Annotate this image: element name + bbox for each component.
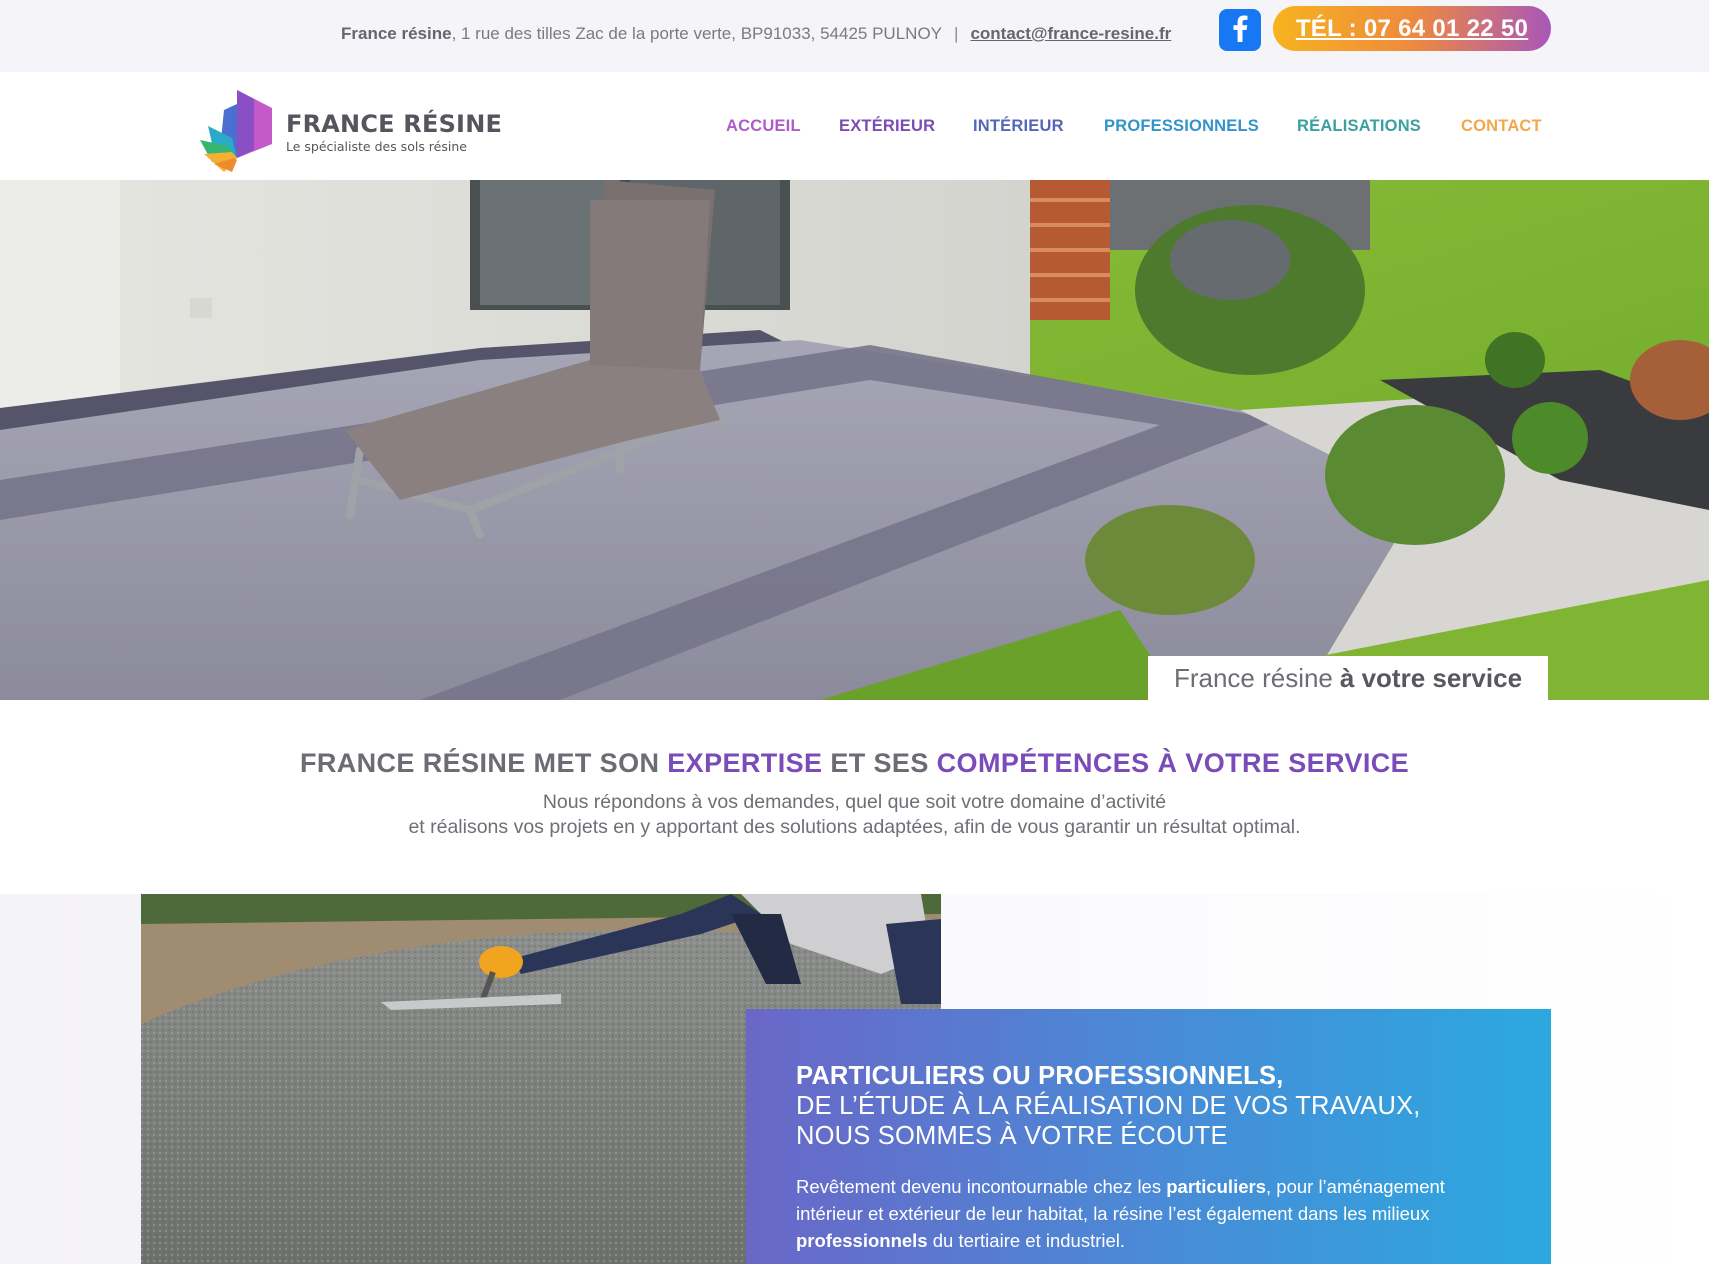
hero-tagline: France résine à votre service (1148, 656, 1548, 700)
hero-terrace-illustration (0, 180, 1709, 700)
services-info-box: PARTICULIERS OU PROFESSIONNELS, DE L’ÉTU… (746, 1009, 1551, 1264)
phone-button[interactable]: TÉL : 07 64 01 22 50 (1273, 6, 1551, 51)
hero-tag-normal: France résine (1173, 662, 1333, 693)
address-text: , 1 rue des tilles Zac de la porte verte… (451, 24, 943, 43)
nav-item-exterieur[interactable]: EXTÉRIEUR (839, 117, 935, 136)
logo-subtitle: Le spécialiste des sols résine (286, 139, 467, 154)
nav-item-professionnels[interactable]: PROFESSIONNELS (1104, 117, 1259, 136)
expertise-description: Nous répondons à vos demandes, quel que … (0, 790, 1709, 840)
info-paragraph: Revêtement devenu incontournable chez le… (796, 1173, 1511, 1254)
info-heading-line-3: NOUS SOMMES À VOTRE ÉCOUTE (796, 1122, 1228, 1150)
company-address: France résine, 1 rue des tilles Zac de l… (341, 24, 1171, 44)
expertise-title-part2: ET SES (822, 748, 937, 778)
expertise-title-part1: FRANCE RÉSINE MET SON (299, 748, 668, 778)
facebook-button[interactable] (1219, 9, 1261, 51)
top-info-bar: France résine, 1 rue des tilles Zac de l… (0, 0, 1709, 72)
expertise-title-highlight1: EXPERTISE (667, 748, 823, 778)
info-para-bold2: professionnels (796, 1230, 928, 1251)
info-heading-line-1: PARTICULIERS OU PROFESSIONNELS, (796, 1062, 1284, 1090)
hero-tag-bold: à votre service (1339, 662, 1523, 693)
info-heading-line-2: DE L’ÉTUDE À LA RÉALISATION DE VOS TRAVA… (796, 1092, 1421, 1120)
info-para-part3: du tertiaire et industriel. (927, 1230, 1126, 1251)
nav-item-contact[interactable]: CONTACT (1461, 117, 1542, 136)
info-para-bold1: particuliers (1166, 1176, 1266, 1197)
nav-item-accueil[interactable]: ACCUEIL (726, 117, 801, 136)
separator: | (954, 24, 959, 43)
company-name: France résine (341, 24, 452, 43)
info-para-part1: Revêtement devenu incontournable chez le… (796, 1176, 1167, 1197)
facebook-icon (1227, 13, 1253, 48)
main-navigation: ACCUEIL EXTÉRIEUR INTÉRIEUR PROFESSIONNE… (0, 117, 1709, 141)
expertise-heading: FRANCE RÉSINE MET SON EXPERTISE ET SES C… (0, 748, 1709, 779)
expertise-title-highlight2: COMPÉTENCES À VOTRE SERVICE (936, 748, 1410, 778)
expertise-line-2: et réalisons vos projets en y apportant … (408, 816, 1301, 838)
hero-image (0, 180, 1709, 700)
contact-email-link[interactable]: contact@france-resine.fr (970, 24, 1171, 43)
site-header: FRANCE RÉSINE Le spécialiste des sols ré… (0, 72, 1709, 180)
nav-item-realisations[interactable]: RÉALISATIONS (1297, 117, 1421, 136)
expertise-line-1: Nous répondons à vos demandes, quel que … (542, 791, 1167, 813)
nav-item-interieur[interactable]: INTÉRIEUR (973, 117, 1064, 136)
